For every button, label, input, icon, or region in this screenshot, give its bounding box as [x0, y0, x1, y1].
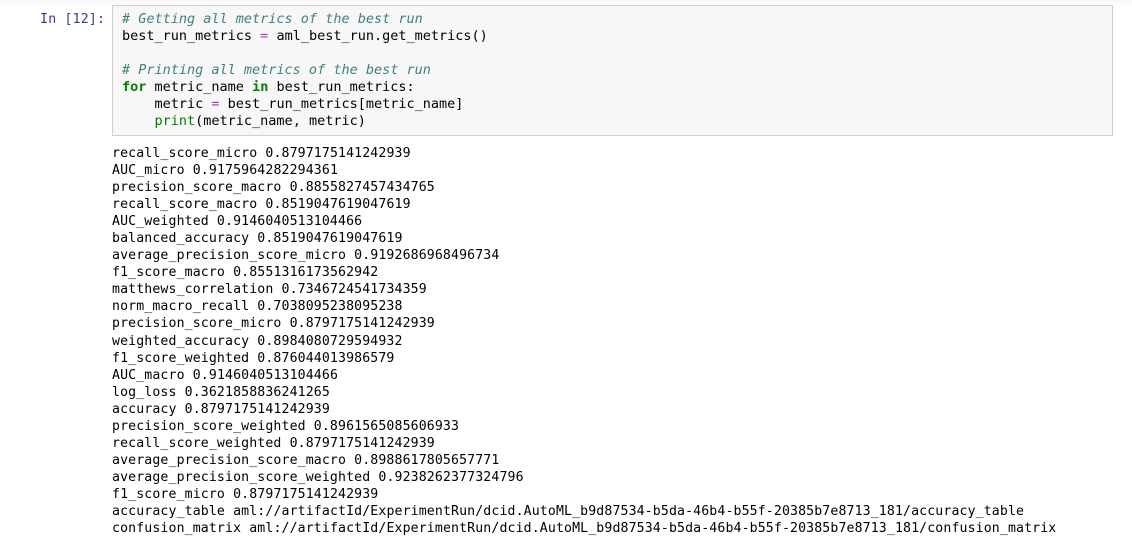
stdout-stream-text: recall_score_micro 0.8797175141242939 AU… — [112, 145, 1056, 537]
metric-value: 0.7346724541734359 — [273, 282, 427, 298]
metric-line: f1_score_weighted 0.876044013986579 — [112, 351, 395, 366]
metric-name: confusion_matrix — [112, 521, 242, 537]
metric-value: 0.8797175141242939 — [281, 316, 435, 332]
code-token-comment: # Printing all metrics of the best run — [122, 62, 431, 78]
code-token-comment: # Getting all metrics of the best run — [122, 11, 423, 27]
metric-line: log_loss 0.3621858836241265 — [112, 385, 330, 400]
code-token-plain: best_run_metrics[metric_name] — [219, 96, 464, 112]
metric-value: 0.9146040513104466 — [208, 214, 363, 230]
code-token-plain: best_run_metrics — [122, 28, 261, 44]
metric-value: 0.8797175141242939 — [257, 146, 411, 161]
code-token-plain: metric — [122, 96, 212, 112]
metric-line: recall_score_macro 0.8519047619047619 — [112, 197, 411, 212]
metric-line: precision_score_weighted 0.8961565085606… — [112, 419, 459, 434]
metric-name: log_loss — [112, 384, 177, 400]
metric-name: weighted_accuracy — [112, 333, 250, 349]
metric-line: accuracy_table aml://artifactId/Experime… — [112, 504, 1024, 519]
metric-value: 0.9192686968496734 — [346, 248, 500, 264]
metric-name: recall_score_micro — [112, 146, 258, 161]
metric-name: recall_score_weighted — [112, 435, 282, 451]
code-token-plain: best_run_metrics: — [268, 79, 415, 95]
metric-line: recall_score_micro 0.8797175141242939 — [112, 146, 411, 161]
metric-name: matthews_correlation — [112, 282, 274, 298]
code-token-plain: metric_name — [146, 79, 253, 95]
metric-value: 0.8797175141242939 — [281, 435, 435, 451]
metric-name: accuracy — [112, 401, 177, 417]
code-source[interactable]: # Getting all metrics of the best run be… — [122, 11, 1108, 130]
code-token-operator: = — [211, 96, 220, 112]
code-token-keyword: in — [252, 79, 269, 95]
metric-line: matthews_correlation 0.7346724541734359 — [112, 282, 427, 297]
metric-line: confusion_matrix aml://artifactId/Experi… — [112, 521, 1056, 536]
metric-line: precision_score_macro 0.8855827457434765 — [112, 180, 435, 195]
metric-name: precision_score_micro — [112, 316, 282, 332]
metric-value: 0.8984080729594932 — [249, 333, 403, 349]
metric-name: precision_score_weighted — [112, 418, 306, 434]
metric-name: f1_score_macro — [112, 265, 226, 281]
metric-value: 0.8519047619047619 — [249, 231, 403, 247]
code-input-area[interactable]: # Getting all metrics of the best run be… — [112, 5, 1113, 136]
metric-name: precision_score_macro — [112, 180, 282, 196]
metric-line: weighted_accuracy 0.8984080729594932 — [112, 334, 403, 349]
metric-value: 0.7038095238095238 — [249, 299, 403, 315]
metric-line: average_precision_score_weighted 0.92382… — [112, 470, 524, 485]
metric-name: norm_macro_recall — [112, 299, 250, 315]
metric-value: 0.8961565085606933 — [305, 418, 460, 434]
metric-value: 0.8519047619047619 — [257, 197, 411, 213]
metric-name: AUC_macro — [112, 367, 185, 383]
metric-value: 0.9238262377324796 — [370, 469, 524, 485]
notebook-container: In [12]: # Getting all metrics of the be… — [0, 0, 1132, 541]
metric-line: f1_score_micro 0.8797175141242939 — [112, 487, 378, 502]
metric-name: f1_score_weighted — [112, 350, 250, 366]
metric-line: AUC_weighted 0.9146040513104466 — [112, 214, 362, 229]
metric-name: recall_score_macro — [112, 197, 258, 213]
metric-line: precision_score_micro 0.8797175141242939 — [112, 316, 435, 331]
code-token-keyword: for — [122, 79, 147, 95]
metric-line: AUC_micro 0.9175964282294361 — [112, 163, 338, 178]
input-prompt-label: In [12]: — [39, 11, 105, 27]
code-token-builtin: print — [154, 113, 196, 129]
metric-value: 0.3621858836241265 — [176, 384, 330, 400]
metric-line: average_precision_score_macro 0.89886178… — [112, 453, 499, 468]
metric-value: 0.8551316173562942 — [225, 265, 379, 281]
metric-line: AUC_macro 0.9146040513104466 — [112, 368, 338, 383]
metric-value: aml://artifactId/ExperimentRun/dcid.Auto… — [241, 521, 1057, 537]
metric-name: f1_score_micro — [112, 486, 226, 502]
metric-name: balanced_accuracy — [112, 231, 250, 247]
code-cell[interactable]: In [12]: # Getting all metrics of the be… — [0, 5, 1132, 136]
metric-value: 0.8797175141242939 — [176, 401, 330, 417]
metric-name: average_precision_score_micro — [112, 248, 347, 264]
metric-line: norm_macro_recall 0.7038095238095238 — [112, 299, 403, 314]
metric-line: accuracy 0.8797175141242939 — [112, 402, 330, 417]
code-token-plain: aml_best_run.get_metrics() — [268, 28, 488, 44]
metric-line: recall_score_weighted 0.8797175141242939 — [112, 436, 435, 451]
cell-output-area: recall_score_micro 0.8797175141242939 AU… — [0, 145, 1132, 537]
metric-value: 0.9175964282294361 — [184, 163, 339, 179]
metric-name: accuracy_table — [112, 503, 226, 519]
metric-name: average_precision_score_macro — [112, 452, 347, 468]
metric-name: average_precision_score_weighted — [112, 469, 371, 485]
code-token-plain: (metric_name, metric) — [195, 113, 366, 129]
metric-value: 0.9146040513104466 — [184, 367, 339, 383]
metric-line: balanced_accuracy 0.8519047619047619 — [112, 231, 403, 246]
metric-value: 0.8797175141242939 — [225, 486, 379, 502]
metric-line: f1_score_macro 0.8551316173562942 — [112, 265, 378, 280]
metric-value: 0.876044013986579 — [249, 350, 395, 366]
metric-value: aml://artifactId/ExperimentRun/dcid.Auto… — [225, 503, 1025, 519]
metric-value: 0.8988617805657771 — [346, 452, 500, 468]
metric-name: AUC_micro — [112, 163, 185, 179]
metric-value: 0.8855827457434765 — [281, 180, 435, 196]
metric-line: average_precision_score_micro 0.91926869… — [112, 248, 499, 263]
metric-name: AUC_weighted — [112, 214, 209, 230]
